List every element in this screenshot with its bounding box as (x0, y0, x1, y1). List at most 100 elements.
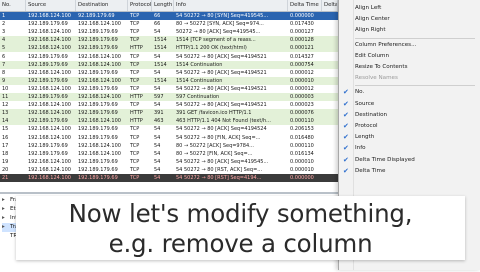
column-header-delta[interactable]: Delta (322, 0, 338, 11)
cell-dst: 192.168.124.100 (78, 94, 121, 100)
cell-dst: 192.189.179.69 (78, 85, 118, 92)
cell-delta-time-displayed: 0.000000 (290, 175, 314, 181)
cell-delta-time-displayed: 0.000127 (290, 29, 314, 36)
cell-proto: TCP (130, 53, 140, 60)
cell-no: 4 (2, 37, 6, 44)
menu-item-label: Resolve Names (355, 75, 398, 82)
menu-item-column-toggle[interactable]: ✔ Protocol (339, 121, 480, 132)
menu-item-label: Column Preferences... (355, 41, 417, 48)
cell-info: 463 HTTP/1.1 404 Not Found (text/h... (176, 118, 271, 125)
cell-dst: 192.189.179.69 (78, 69, 118, 76)
cell-src: 192.189.179.69 (28, 53, 68, 60)
cell-info: 54 50272 → 80 [ACK] Seq=4194524 (176, 126, 267, 133)
menu-item-column-toggle[interactable]: ✔ Source (339, 99, 480, 110)
cell-no: 9 (2, 77, 6, 84)
menu-item-column-toggle[interactable]: ✔ No. (339, 87, 480, 98)
cell-len: 54 (154, 69, 161, 76)
cell-info: 54 50272 → 80 [ACK] Seq=4194521 (176, 85, 267, 92)
cell-len: 54 (154, 175, 161, 181)
column-header-delta-time-displayed[interactable]: Delta Time Displayed (288, 0, 322, 11)
checkmark-icon: ✔ (343, 133, 349, 142)
cell-src: 192.168.124.100 (28, 37, 71, 44)
expand-arrow-icon[interactable]: ▸ (2, 223, 10, 232)
checkmark-icon: ✔ (343, 99, 349, 108)
cell-delta-time-displayed: 0.000128 (290, 37, 314, 44)
menu-item-label: Align Center (355, 16, 390, 23)
cell-dst: 192.168.124.100 (78, 142, 121, 149)
expand-arrow-icon[interactable]: ▸ (2, 205, 10, 214)
cell-src: 192.168.124.100 (28, 126, 71, 133)
menu-item-align[interactable]: Align Right (339, 25, 480, 36)
cell-proto: TCP (130, 61, 140, 68)
expand-arrow-icon[interactable]: ▸ (2, 196, 10, 205)
cell-proto: TCP (130, 126, 140, 133)
cell-no: 10 (2, 85, 9, 92)
cell-delta-time-displayed: 0.206153 (290, 126, 314, 133)
cell-len: 66 (154, 13, 161, 19)
column-header-destination[interactable]: Destination (76, 0, 128, 11)
menu-item-1[interactable]: Edit Column (339, 51, 480, 62)
cell-info: 80 → 50272 [SYN, ACK] Seq=974... (176, 21, 264, 28)
cell-no: 7 (2, 61, 6, 68)
column-header-protocol[interactable]: Protocol (128, 0, 152, 11)
cell-src: 192.168.124.100 (28, 134, 71, 141)
column-header-no[interactable]: No. (0, 0, 26, 11)
column-header-length[interactable]: Length (152, 0, 174, 11)
video-caption-overlay: Now let's modify something, e.g. remove … (16, 196, 465, 260)
cell-proto: TCP (130, 77, 140, 84)
cell-info: 54 50272 → 80 [ACK] Seq=4194521 (176, 53, 267, 60)
cell-info: 80 → 50272 [ACK] Seq=9784... (176, 142, 254, 149)
cell-len: 54 (154, 102, 161, 109)
menu-item-column-toggle[interactable]: ✔ Destination (339, 110, 480, 121)
cell-dst: 192.189.179.69 (78, 134, 118, 141)
menu-item-align[interactable]: Align Left (339, 3, 480, 14)
cell-no: 6 (2, 53, 6, 60)
cell-proto: TCP (130, 175, 140, 181)
menu-item-column-toggle[interactable]: ✔ Delta Time Displayed (339, 155, 480, 166)
expand-arrow-icon[interactable]: ▸ (2, 214, 10, 223)
menu-item-label: Destination (355, 111, 388, 118)
cell-no: 18 (2, 150, 9, 157)
cell-dst: 192.168.124.100 (78, 150, 121, 157)
cell-dst: 192.189.179.69 (78, 126, 118, 133)
cell-no: 5 (2, 45, 6, 52)
cell-info: 391 GET /favicon.ico HTTP/1.1 (176, 110, 252, 117)
menu-item-label: Align Left (355, 5, 382, 11)
menu-separator (355, 37, 475, 39)
cell-proto: HTTP (130, 45, 143, 52)
cell-info: 597 Continuation (176, 94, 220, 100)
cell-info: 50272 → 80 [ACK] Seq=419545... (176, 29, 261, 36)
cell-dst: 192.189.179.69 (78, 45, 118, 52)
cell-len: 391 (154, 110, 164, 117)
menu-item-column-toggle[interactable]: ✔ Length (339, 132, 480, 143)
cell-len: 1514 (154, 45, 167, 52)
menu-item-column-toggle[interactable]: ✔ Info (339, 143, 480, 154)
cell-dst: 192.168.124.100 (78, 53, 121, 60)
menu-item-2[interactable]: Resize To Contents (339, 62, 480, 73)
cell-info: 1514 Continuation (176, 77, 223, 84)
checkmark-icon: ✔ (343, 144, 349, 153)
cell-no: 12 (2, 102, 9, 109)
menu-item-0[interactable]: Column Preferences... (339, 40, 480, 51)
cell-delta-time-displayed: 0.000010 (290, 77, 314, 84)
column-header-info[interactable]: Info (174, 0, 288, 11)
cell-len: 1514 (154, 37, 167, 44)
menu-item-column-toggle[interactable]: ✔ Delta Time (339, 166, 480, 177)
cell-len: 54 (154, 134, 161, 141)
cell-len: 66 (154, 21, 161, 28)
cell-len: 54 (154, 126, 161, 133)
menu-item-label: Info (355, 145, 366, 152)
column-header-source[interactable]: Source (26, 0, 76, 11)
cell-dst: 192.168.124.100 (78, 77, 121, 84)
cell-info: 1514 [TCP segment of a reass... (176, 37, 256, 44)
cell-dst: 192.189.179.69 (78, 102, 118, 109)
cell-len: 463 (154, 118, 164, 125)
cell-len: 54 (154, 158, 161, 165)
menu-item-3[interactable]: Resolve Names (339, 73, 480, 84)
menu-item-label: Source (355, 100, 375, 107)
cell-proto: TCP (130, 150, 140, 157)
cell-src: 192.189.179.69 (28, 94, 68, 100)
cell-delta-time-displayed: 0.000023 (290, 102, 314, 109)
menu-item-align[interactable]: Align Center (339, 14, 480, 25)
cell-delta-time-displayed: 0.014327 (290, 53, 314, 60)
